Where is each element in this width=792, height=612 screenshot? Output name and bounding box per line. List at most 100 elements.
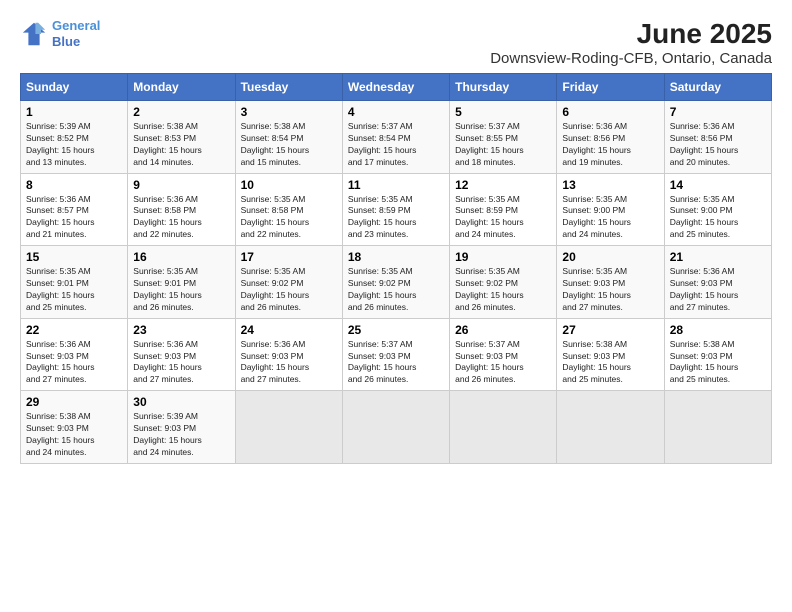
day-info: Sunrise: 5:37 AM Sunset: 8:55 PM Dayligh… xyxy=(455,121,551,169)
day-cell-2-6: 21 Sunrise: 5:36 AM Sunset: 9:03 PM Dayli… xyxy=(664,246,771,319)
week-row-2: 15 Sunrise: 5:35 AM Sunset: 9:01 PM Dayli… xyxy=(21,246,772,319)
day-info: Sunrise: 5:38 AM Sunset: 8:53 PM Dayligh… xyxy=(133,121,229,169)
day-number: 26 xyxy=(455,323,551,337)
week-row-4: 29 Sunrise: 5:38 AM Sunset: 9:03 PM Dayli… xyxy=(21,391,772,464)
day-cell-4-2 xyxy=(235,391,342,464)
day-number: 2 xyxy=(133,105,229,119)
day-info: Sunrise: 5:38 AM Sunset: 8:54 PM Dayligh… xyxy=(241,121,337,169)
day-info: Sunrise: 5:36 AM Sunset: 9:03 PM Dayligh… xyxy=(241,339,337,387)
day-number: 4 xyxy=(348,105,444,119)
day-cell-0-3: 4 Sunrise: 5:37 AM Sunset: 8:54 PM Daylig… xyxy=(342,101,449,174)
day-number: 16 xyxy=(133,250,229,264)
day-cell-1-1: 9 Sunrise: 5:36 AM Sunset: 8:58 PM Daylig… xyxy=(128,173,235,246)
header-wednesday: Wednesday xyxy=(342,74,449,101)
day-info: Sunrise: 5:35 AM Sunset: 9:00 PM Dayligh… xyxy=(670,194,766,242)
day-cell-2-5: 20 Sunrise: 5:35 AM Sunset: 9:03 PM Dayli… xyxy=(557,246,664,319)
calendar-subtitle: Downsview-Roding-CFB, Ontario, Canada xyxy=(490,50,772,67)
day-number: 14 xyxy=(670,178,766,192)
day-number: 7 xyxy=(670,105,766,119)
day-number: 5 xyxy=(455,105,551,119)
day-cell-2-0: 15Sunrise: 5:35 AM Sunset: 9:01 PM Dayli… xyxy=(21,246,128,319)
day-cell-2-1: 16 Sunrise: 5:35 AM Sunset: 9:01 PM Dayli… xyxy=(128,246,235,319)
day-info: Sunrise: 5:38 AM Sunset: 9:03 PM Dayligh… xyxy=(26,411,122,459)
calendar-title: June 2025 xyxy=(490,18,772,50)
logo-icon xyxy=(20,20,48,48)
day-cell-4-6 xyxy=(664,391,771,464)
day-info: Sunrise: 5:36 AM Sunset: 8:58 PM Dayligh… xyxy=(133,194,229,242)
day-number: 18 xyxy=(348,250,444,264)
day-info: Sunrise: 5:36 AM Sunset: 9:03 PM Dayligh… xyxy=(133,339,229,387)
day-info: Sunrise: 5:38 AM Sunset: 9:03 PM Dayligh… xyxy=(562,339,658,387)
day-cell-1-5: 13Sunrise: 5:35 AM Sunset: 9:00 PM Dayli… xyxy=(557,173,664,246)
day-info: Sunrise: 5:36 AM Sunset: 8:56 PM Dayligh… xyxy=(670,121,766,169)
day-number: 22 xyxy=(26,323,122,337)
header-row: Sunday Monday Tuesday Wednesday Thursday… xyxy=(21,74,772,101)
day-info: Sunrise: 5:37 AM Sunset: 9:03 PM Dayligh… xyxy=(348,339,444,387)
header-area: General Blue June 2025 Downsview-Roding-… xyxy=(20,18,772,67)
day-number: 23 xyxy=(133,323,229,337)
day-cell-1-4: 12 Sunrise: 5:35 AM Sunset: 8:59 PM Dayli… xyxy=(450,173,557,246)
day-number: 3 xyxy=(241,105,337,119)
day-number: 1 xyxy=(26,105,122,119)
day-info: Sunrise: 5:36 AM Sunset: 8:56 PM Dayligh… xyxy=(562,121,658,169)
day-number: 20 xyxy=(562,250,658,264)
day-info: Sunrise: 5:37 AM Sunset: 8:54 PM Dayligh… xyxy=(348,121,444,169)
day-cell-3-4: 26Sunrise: 5:37 AM Sunset: 9:03 PM Dayli… xyxy=(450,318,557,391)
day-info: Sunrise: 5:36 AM Sunset: 8:57 PM Dayligh… xyxy=(26,194,122,242)
day-number: 17 xyxy=(241,250,337,264)
day-info: Sunrise: 5:35 AM Sunset: 8:59 PM Dayligh… xyxy=(348,194,444,242)
week-row-0: 1Sunrise: 5:39 AM Sunset: 8:52 PM Daylig… xyxy=(21,101,772,174)
day-cell-0-1: 2 Sunrise: 5:38 AM Sunset: 8:53 PM Daylig… xyxy=(128,101,235,174)
page: General Blue June 2025 Downsview-Roding-… xyxy=(0,0,792,474)
header-thursday: Thursday xyxy=(450,74,557,101)
day-info: Sunrise: 5:35 AM Sunset: 9:01 PM Dayligh… xyxy=(133,266,229,314)
day-cell-2-4: 19Sunrise: 5:35 AM Sunset: 9:02 PM Dayli… xyxy=(450,246,557,319)
day-info: Sunrise: 5:35 AM Sunset: 9:02 PM Dayligh… xyxy=(455,266,551,314)
day-cell-3-1: 23 Sunrise: 5:36 AM Sunset: 9:03 PM Dayli… xyxy=(128,318,235,391)
day-number: 30 xyxy=(133,395,229,409)
day-cell-3-3: 25 Sunrise: 5:37 AM Sunset: 9:03 PM Dayli… xyxy=(342,318,449,391)
day-cell-4-4 xyxy=(450,391,557,464)
day-cell-2-2: 17Sunrise: 5:35 AM Sunset: 9:02 PM Dayli… xyxy=(235,246,342,319)
day-cell-3-0: 22Sunrise: 5:36 AM Sunset: 9:03 PM Dayli… xyxy=(21,318,128,391)
day-number: 15 xyxy=(26,250,122,264)
day-cell-1-6: 14 Sunrise: 5:35 AM Sunset: 9:00 PM Dayli… xyxy=(664,173,771,246)
day-info: Sunrise: 5:35 AM Sunset: 8:58 PM Dayligh… xyxy=(241,194,337,242)
header-monday: Monday xyxy=(128,74,235,101)
day-info: Sunrise: 5:39 AM Sunset: 9:03 PM Dayligh… xyxy=(133,411,229,459)
day-cell-0-4: 5 Sunrise: 5:37 AM Sunset: 8:55 PM Daylig… xyxy=(450,101,557,174)
day-number: 25 xyxy=(348,323,444,337)
day-number: 9 xyxy=(133,178,229,192)
day-cell-0-6: 7 Sunrise: 5:36 AM Sunset: 8:56 PM Daylig… xyxy=(664,101,771,174)
logo: General Blue xyxy=(20,18,100,49)
day-cell-0-0: 1Sunrise: 5:39 AM Sunset: 8:52 PM Daylig… xyxy=(21,101,128,174)
day-number: 8 xyxy=(26,178,122,192)
header-sunday: Sunday xyxy=(21,74,128,101)
day-info: Sunrise: 5:35 AM Sunset: 8:59 PM Dayligh… xyxy=(455,194,551,242)
header-saturday: Saturday xyxy=(664,74,771,101)
day-cell-4-3 xyxy=(342,391,449,464)
day-info: Sunrise: 5:35 AM Sunset: 9:03 PM Dayligh… xyxy=(562,266,658,314)
day-number: 28 xyxy=(670,323,766,337)
header-friday: Friday xyxy=(557,74,664,101)
day-number: 10 xyxy=(241,178,337,192)
day-number: 12 xyxy=(455,178,551,192)
day-info: Sunrise: 5:38 AM Sunset: 9:03 PM Dayligh… xyxy=(670,339,766,387)
logo-text: General Blue xyxy=(52,18,100,49)
day-number: 29 xyxy=(26,395,122,409)
day-number: 6 xyxy=(562,105,658,119)
title-area: June 2025 Downsview-Roding-CFB, Ontario,… xyxy=(490,18,772,67)
day-info: Sunrise: 5:35 AM Sunset: 9:02 PM Dayligh… xyxy=(348,266,444,314)
day-number: 21 xyxy=(670,250,766,264)
day-cell-0-2: 3 Sunrise: 5:38 AM Sunset: 8:54 PM Daylig… xyxy=(235,101,342,174)
week-row-1: 8 Sunrise: 5:36 AM Sunset: 8:57 PM Daylig… xyxy=(21,173,772,246)
day-cell-1-3: 11Sunrise: 5:35 AM Sunset: 8:59 PM Dayli… xyxy=(342,173,449,246)
day-number: 27 xyxy=(562,323,658,337)
day-cell-4-1: 30 Sunrise: 5:39 AM Sunset: 9:03 PM Dayli… xyxy=(128,391,235,464)
day-cell-3-5: 27 Sunrise: 5:38 AM Sunset: 9:03 PM Dayli… xyxy=(557,318,664,391)
day-cell-3-6: 28 Sunrise: 5:38 AM Sunset: 9:03 PM Dayli… xyxy=(664,318,771,391)
day-cell-1-2: 10 Sunrise: 5:35 AM Sunset: 8:58 PM Dayli… xyxy=(235,173,342,246)
day-cell-3-2: 24Sunrise: 5:36 AM Sunset: 9:03 PM Dayli… xyxy=(235,318,342,391)
day-info: Sunrise: 5:36 AM Sunset: 9:03 PM Dayligh… xyxy=(670,266,766,314)
header-tuesday: Tuesday xyxy=(235,74,342,101)
